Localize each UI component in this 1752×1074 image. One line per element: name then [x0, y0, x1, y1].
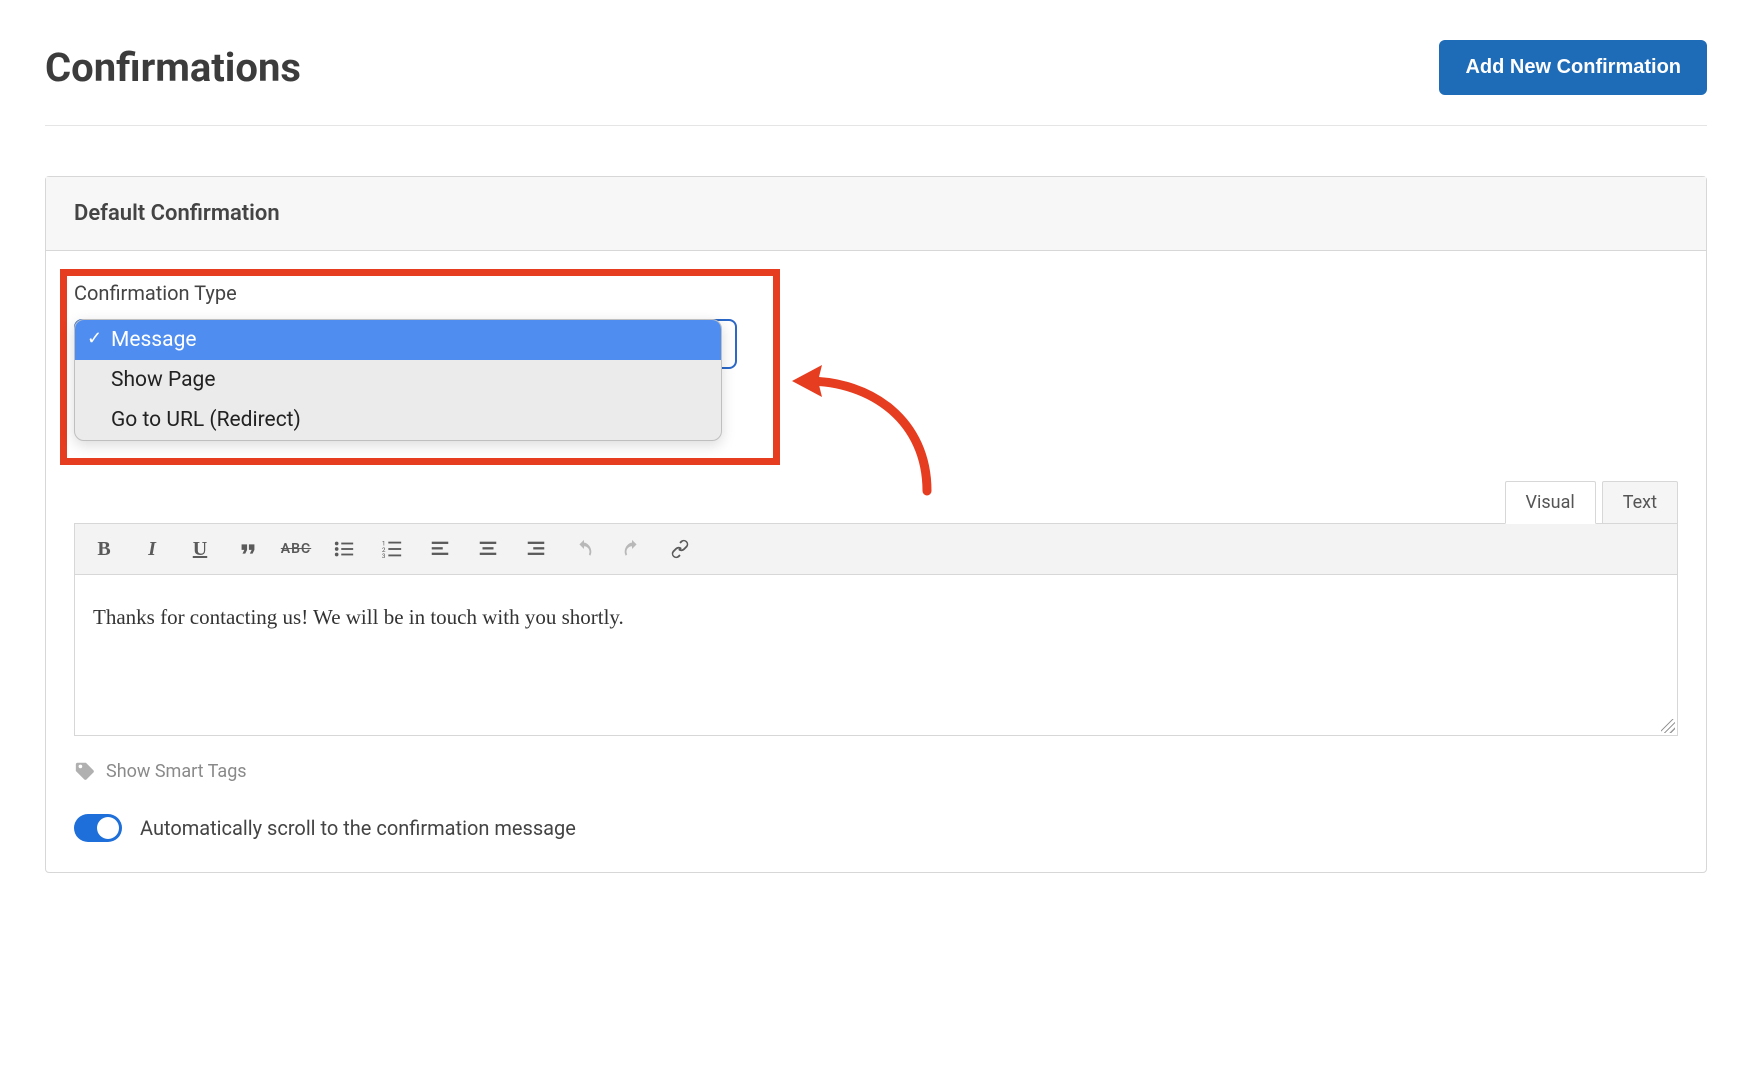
tag-icon [74, 760, 96, 782]
confirmation-type-select[interactable]: Message Show Page Go to URL (Redirect) [74, 319, 729, 441]
redo-button[interactable] [613, 532, 651, 566]
dropdown-option-message[interactable]: Message [75, 320, 721, 360]
show-smart-tags-link[interactable]: Show Smart Tags [74, 760, 1678, 782]
undo-button[interactable] [565, 532, 603, 566]
auto-scroll-label: Automatically scroll to the confirmation… [140, 816, 576, 840]
page-title: Confirmations [45, 44, 301, 91]
numbered-list-button[interactable]: 123 [373, 532, 411, 566]
smart-tags-label: Show Smart Tags [106, 761, 247, 782]
tab-visual[interactable]: Visual [1505, 481, 1596, 524]
dropdown-option-show-page[interactable]: Show Page [75, 360, 721, 400]
underline-button[interactable]: U [181, 532, 219, 566]
align-center-button[interactable] [469, 532, 507, 566]
editor-toolbar: B I U ABC 123 [75, 524, 1677, 575]
strikethrough-button[interactable]: ABC [277, 532, 315, 566]
auto-scroll-toggle[interactable] [74, 814, 122, 842]
confirmation-panel: Default Confirmation Confirmation Type M… [45, 176, 1707, 873]
editor-text: Thanks for contacting us! We will be in … [93, 605, 624, 629]
message-editor: B I U ABC 123 [74, 523, 1678, 736]
italic-button[interactable]: I [133, 532, 171, 566]
link-button[interactable] [661, 532, 699, 566]
confirmation-type-label: Confirmation Type [74, 281, 1678, 305]
editor-textarea[interactable]: Thanks for contacting us! We will be in … [75, 575, 1677, 735]
align-right-button[interactable] [517, 532, 555, 566]
align-left-button[interactable] [421, 532, 459, 566]
resize-handle-icon[interactable] [1661, 719, 1675, 733]
blockquote-button[interactable] [229, 532, 267, 566]
dropdown-option-go-to-url[interactable]: Go to URL (Redirect) [75, 400, 721, 440]
svg-text:3: 3 [382, 552, 386, 560]
tab-text[interactable]: Text [1602, 481, 1678, 524]
bullet-list-button[interactable] [325, 532, 363, 566]
panel-header[interactable]: Default Confirmation [46, 177, 1706, 251]
bold-button[interactable]: B [85, 532, 123, 566]
add-new-confirmation-button[interactable]: Add New Confirmation [1439, 40, 1707, 95]
